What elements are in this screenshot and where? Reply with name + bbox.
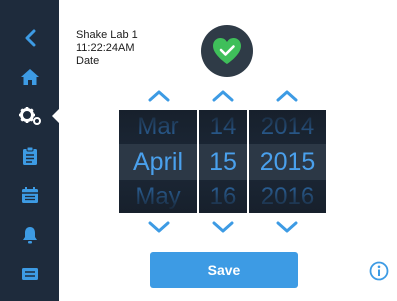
settings-button[interactable]: [0, 98, 60, 134]
year-prev[interactable]: 2014: [249, 110, 326, 144]
year-up-button[interactable]: [273, 87, 301, 105]
day-selected[interactable]: 15: [199, 144, 247, 180]
save-button[interactable]: Save: [150, 252, 298, 288]
year-selected[interactable]: 2015: [249, 144, 326, 180]
chevron-down-icon: [148, 221, 170, 233]
gears-icon: [18, 107, 41, 125]
month-selected[interactable]: April: [119, 144, 197, 180]
chevron-left-icon: [25, 29, 35, 47]
month-up-button[interactable]: [145, 87, 173, 105]
calendar-button[interactable]: [0, 177, 59, 213]
bell-icon: [22, 227, 37, 244]
home-button[interactable]: [0, 59, 59, 95]
day-down-button[interactable]: [209, 218, 237, 236]
heart-check-icon: [213, 38, 241, 64]
screen-title: Date: [76, 55, 100, 67]
status-indicator: [201, 25, 253, 77]
info-icon: [369, 261, 389, 281]
message-icon: [21, 268, 38, 280]
day-up-button[interactable]: [209, 87, 237, 105]
device-name: Shake Lab 1: [76, 29, 138, 41]
device-time: 11:22:24AM: [76, 42, 135, 54]
info-button[interactable]: [369, 261, 389, 281]
sidebar: [0, 0, 60, 301]
day-prev[interactable]: 14: [199, 110, 247, 144]
chevron-down-icon: [212, 221, 234, 233]
notes-button[interactable]: [0, 138, 59, 174]
month-next[interactable]: May: [119, 180, 197, 213]
month-down-button[interactable]: [145, 218, 173, 236]
messages-button[interactable]: [0, 256, 59, 292]
month-prev[interactable]: Mar: [119, 110, 197, 144]
chevron-down-icon: [276, 221, 298, 233]
alarms-button[interactable]: [0, 217, 59, 253]
day-next[interactable]: 16: [199, 180, 247, 213]
active-indicator: [52, 108, 60, 124]
year-picker[interactable]: 2014 2015 2016: [249, 110, 326, 213]
chevron-up-icon: [148, 90, 170, 102]
year-next[interactable]: 2016: [249, 180, 326, 213]
back-button[interactable]: [0, 20, 59, 56]
chevron-up-icon: [212, 90, 234, 102]
home-icon: [20, 69, 39, 85]
clipboard-icon: [22, 146, 37, 165]
day-picker[interactable]: 14 15 16: [199, 110, 247, 213]
month-picker[interactable]: Mar April May: [119, 110, 197, 213]
device-info: Shake Lab 1 11:22:24AM Date: [76, 29, 138, 68]
calendar-icon: [21, 187, 38, 203]
year-down-button[interactable]: [273, 218, 301, 236]
chevron-up-icon: [276, 90, 298, 102]
